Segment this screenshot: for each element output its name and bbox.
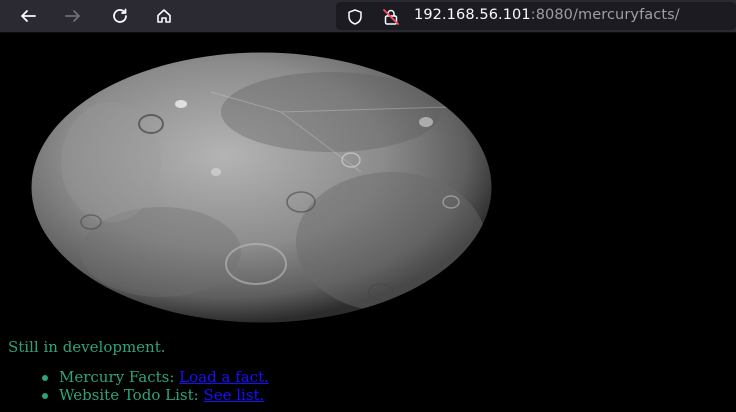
lock-insecure-icon[interactable] bbox=[382, 8, 400, 26]
forward-button[interactable] bbox=[60, 3, 86, 29]
shield-icon[interactable] bbox=[346, 8, 364, 26]
list-item-mercury-facts: Mercury Facts: Load a fact. bbox=[40, 368, 269, 386]
url-host: 192.168.56.101 bbox=[414, 7, 531, 23]
address-bar[interactable]: 192.168.56.101:8080/mercuryfacts/ bbox=[336, 2, 736, 30]
mercury-image bbox=[31, 52, 492, 323]
browser-toolbar: 192.168.56.101:8080/mercuryfacts/ bbox=[0, 0, 736, 33]
arrow-left-icon bbox=[21, 10, 36, 22]
back-button[interactable] bbox=[15, 3, 41, 29]
development-status-text: Still in development. bbox=[8, 338, 166, 356]
see-list-link[interactable]: See list. bbox=[203, 386, 264, 404]
home-button[interactable] bbox=[151, 3, 177, 29]
load-fact-link[interactable]: Load a fact. bbox=[179, 368, 269, 386]
arrow-right-icon bbox=[65, 10, 80, 22]
reload-button[interactable] bbox=[107, 3, 133, 29]
reload-icon bbox=[113, 8, 127, 23]
links-list: Mercury Facts: Load a fact. Website Todo… bbox=[40, 368, 269, 404]
todo-list-label: Website Todo List: bbox=[59, 386, 204, 404]
home-icon bbox=[157, 9, 171, 23]
url-path: :8080/mercuryfacts/ bbox=[530, 7, 680, 23]
mercury-facts-label: Mercury Facts: bbox=[59, 368, 180, 386]
url-text[interactable]: 192.168.56.101:8080/mercuryfacts/ bbox=[414, 7, 680, 23]
list-item-todo-list: Website Todo List: See list. bbox=[40, 386, 269, 404]
